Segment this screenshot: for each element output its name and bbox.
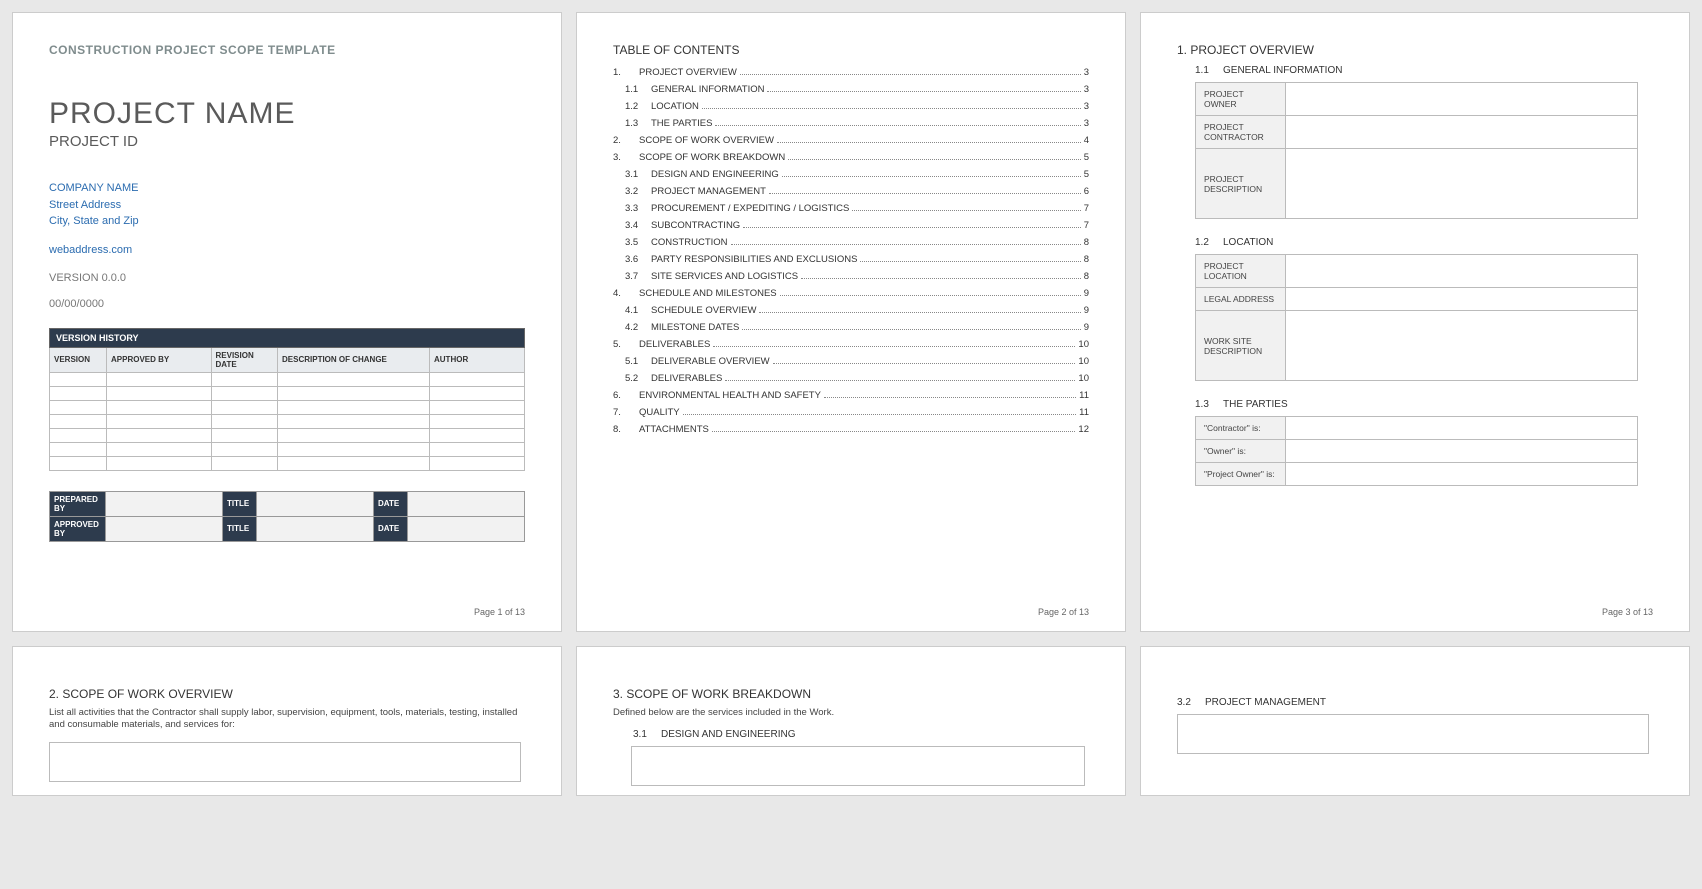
- toc-entry: 2.SCOPE OF WORK OVERVIEW4: [613, 135, 1089, 146]
- table-row: [50, 414, 525, 428]
- toc-entry: 3.4SUBCONTRACTING7: [613, 220, 1089, 231]
- prepared-by-label: PREPARED BY: [50, 491, 106, 516]
- toc-entry: 3.7SITE SERVICES AND LOGISTICS8: [613, 271, 1089, 282]
- toc-entry: 8.ATTACHMENTS12: [613, 424, 1089, 435]
- prepared-by-value: [106, 491, 223, 516]
- table-row: [50, 428, 525, 442]
- scope-overview-box: [49, 742, 521, 782]
- section-1-1-heading: 1.1GENERAL INFORMATION: [1195, 65, 1653, 76]
- page-5: 3. SCOPE OF WORK BREAKDOWN Defined below…: [576, 646, 1126, 796]
- toc-entry: 3.1DESIGN AND ENGINEERING5: [613, 169, 1089, 180]
- toc-list: 1.PROJECT OVERVIEW3 1.1GENERAL INFORMATIO…: [613, 67, 1089, 435]
- row-project-description: PROJECT DESCRIPTION: [1196, 149, 1286, 219]
- table-row: [50, 386, 525, 400]
- toc-entry: 6.ENVIRONMENTAL HEALTH AND SAFETY11: [613, 390, 1089, 401]
- section-2-description: List all activities that the Contractor …: [49, 707, 525, 732]
- approved-by-value: [106, 516, 223, 541]
- vh-col-approved: APPROVED BY: [107, 347, 212, 372]
- page-2: TABLE OF CONTENTS 1.PROJECT OVERVIEW3 1.1…: [576, 12, 1126, 632]
- page-footer: Page 1 of 13: [474, 607, 525, 617]
- table-row: [50, 400, 525, 414]
- title-value-2: [257, 516, 374, 541]
- toc-entry: 3.SCOPE OF WORK BREAKDOWN5: [613, 152, 1089, 163]
- toc-heading: TABLE OF CONTENTS: [613, 43, 1089, 57]
- vh-col-revdate: REVISION DATE: [211, 347, 278, 372]
- design-engineering-box: [631, 746, 1085, 786]
- location-table: PROJECT LOCATION LEGAL ADDRESS WORK SITE…: [1195, 254, 1638, 381]
- toc-entry: 4.1SCHEDULE OVERVIEW9: [613, 305, 1089, 316]
- table-row: [50, 372, 525, 386]
- title-label-2: TITLE: [223, 516, 257, 541]
- toc-entry: 3.6PARTY RESPONSIBILITIES AND EXCLUSIONS…: [613, 254, 1089, 265]
- approved-by-label: APPROVED BY: [50, 516, 106, 541]
- toc-entry: 4.SCHEDULE AND MILESTONES9: [613, 288, 1089, 299]
- page-4: 2. SCOPE OF WORK OVERVIEW List all activ…: [12, 646, 562, 796]
- project-name: PROJECT NAME: [49, 97, 525, 131]
- row-legal-address: LEGAL ADDRESS: [1196, 288, 1286, 311]
- row-project-owner-is: "Project Owner" is:: [1196, 463, 1286, 486]
- section-3-2-heading: 3.2PROJECT MANAGEMENT: [1177, 697, 1653, 708]
- row-contractor-is: "Contractor" is:: [1196, 417, 1286, 440]
- project-management-box: [1177, 714, 1649, 754]
- section-1-2-heading: 1.2LOCATION: [1195, 237, 1653, 248]
- toc-entry: 1.PROJECT OVERVIEW3: [613, 67, 1089, 78]
- date-value-2: [408, 516, 525, 541]
- row-project-location: PROJECT LOCATION: [1196, 255, 1286, 288]
- vh-col-author: AUTHOR: [430, 347, 525, 372]
- page-3: 1. PROJECT OVERVIEW 1.1GENERAL INFORMATI…: [1140, 12, 1690, 632]
- date-label-cell: DATE: [374, 491, 408, 516]
- version-history-table: VERSION HISTORY VERSION APPROVED BY REVI…: [49, 328, 525, 471]
- general-info-table: PROJECT OWNER PROJECT CONTRACTOR PROJECT…: [1195, 82, 1638, 219]
- toc-entry: 3.5CONSTRUCTION8: [613, 237, 1089, 248]
- page-6: 3.2PROJECT MANAGEMENT: [1140, 646, 1690, 796]
- city-state-zip: City, State and Zip: [49, 213, 525, 230]
- page-footer: Page 2 of 13: [1038, 607, 1089, 617]
- toc-entry: 4.2MILESTONE DATES9: [613, 322, 1089, 333]
- section-3-1-heading: 3.1DESIGN AND ENGINEERING: [633, 729, 1089, 740]
- row-project-owner: PROJECT OWNER: [1196, 83, 1286, 116]
- company-name: COMPANY NAME: [49, 180, 525, 197]
- page-1: CONSTRUCTION PROJECT SCOPE TEMPLATE PROJ…: [12, 12, 562, 632]
- row-work-site-description: WORK SITE DESCRIPTION: [1196, 311, 1286, 381]
- template-header: CONSTRUCTION PROJECT SCOPE TEMPLATE: [49, 43, 525, 57]
- toc-entry: 3.3PROCUREMENT / EXPEDITING / LOGISTICS7: [613, 203, 1089, 214]
- section-1-heading: 1. PROJECT OVERVIEW: [1177, 43, 1653, 57]
- signoff-table: PREPARED BY TITLE DATE APPROVED BY TITLE…: [49, 491, 525, 542]
- web-address: webaddress.com: [49, 244, 525, 256]
- section-2-heading: 2. SCOPE OF WORK OVERVIEW: [49, 687, 525, 701]
- project-id: PROJECT ID: [49, 133, 525, 150]
- section-3-heading: 3. SCOPE OF WORK BREAKDOWN: [613, 687, 1089, 701]
- row-owner-is: "Owner" is:: [1196, 440, 1286, 463]
- toc-entry: 5.DELIVERABLES10: [613, 339, 1089, 350]
- table-row: [50, 442, 525, 456]
- date-label: 00/00/0000: [49, 298, 525, 310]
- date-label-2: DATE: [374, 516, 408, 541]
- table-row: [50, 456, 525, 470]
- toc-entry: 5.1DELIVERABLE OVERVIEW10: [613, 356, 1089, 367]
- toc-entry: 1.1GENERAL INFORMATION3: [613, 84, 1089, 95]
- page-footer: Page 3 of 13: [1602, 607, 1653, 617]
- section-1-3-heading: 1.3THE PARTIES: [1195, 399, 1653, 410]
- section-3-description: Defined below are the services included …: [613, 707, 1089, 719]
- vh-col-desc: DESCRIPTION OF CHANGE: [278, 347, 430, 372]
- row-project-contractor: PROJECT CONTRACTOR: [1196, 116, 1286, 149]
- toc-entry: 5.2DELIVERABLES10: [613, 373, 1089, 384]
- title-value: [257, 491, 374, 516]
- toc-entry: 1.2LOCATION3: [613, 101, 1089, 112]
- toc-entry: 3.2PROJECT MANAGEMENT6: [613, 186, 1089, 197]
- toc-entry: 7.QUALITY11: [613, 407, 1089, 418]
- date-value: [408, 491, 525, 516]
- toc-entry: 1.3THE PARTIES3: [613, 118, 1089, 129]
- parties-table: "Contractor" is: "Owner" is: "Project Ow…: [1195, 416, 1638, 486]
- street-address: Street Address: [49, 197, 525, 214]
- vh-title: VERSION HISTORY: [50, 328, 525, 347]
- version-label: VERSION 0.0.0: [49, 272, 525, 284]
- title-label: TITLE: [223, 491, 257, 516]
- vh-col-version: VERSION: [50, 347, 107, 372]
